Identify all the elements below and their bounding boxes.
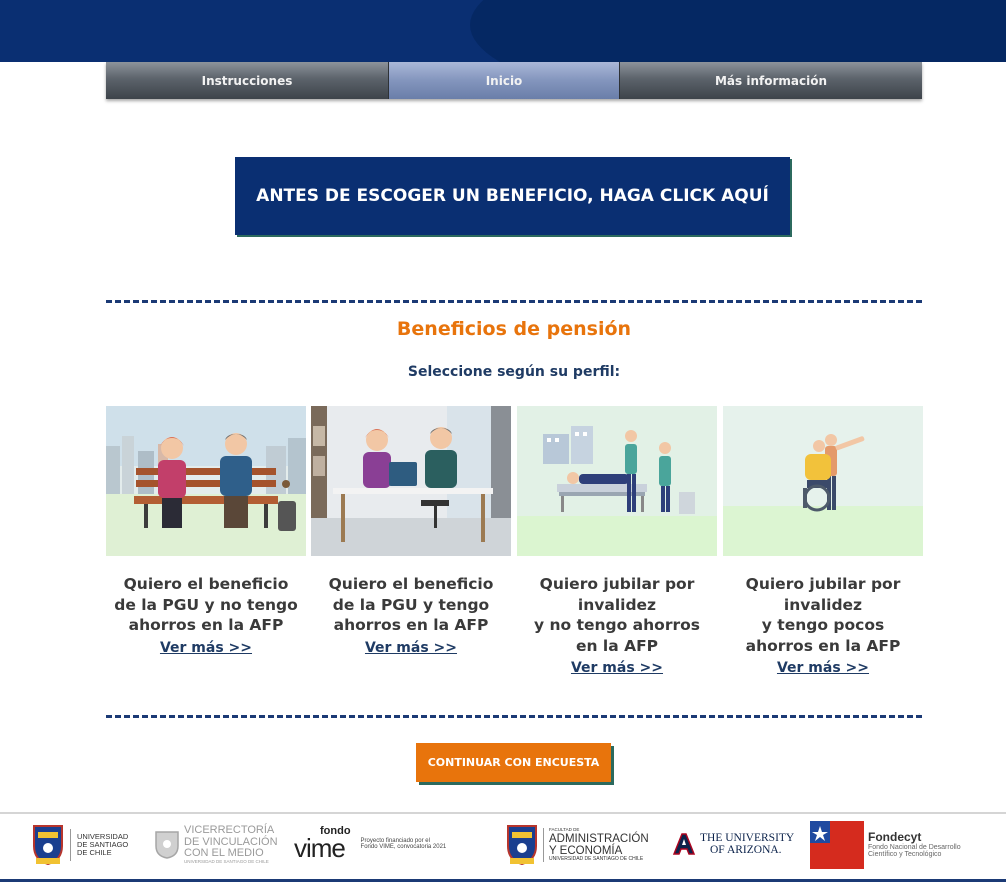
card-description: Quiero el beneficio de la PGU y no tengo… xyxy=(114,575,298,634)
vime-office-logo: VICERRECTORÍA DE VINCULACIÓN CON EL MEDI… xyxy=(154,824,278,864)
benefit-card[interactable]: Quiero el beneficio de la PGU y no tengo… xyxy=(106,406,306,656)
header-swoosh xyxy=(470,0,1006,62)
see-more-link[interactable]: Ver más >> xyxy=(723,660,923,676)
arizona-logo: THE UNIVERSITY OF ARIZONA. xyxy=(672,830,794,858)
fondo-vime-wordmark: fondo vime xyxy=(294,825,351,864)
card-description: Quiero jubilar por invalidez y no tengo … xyxy=(534,575,700,655)
section-title: Beneficios de pensión xyxy=(396,318,632,340)
usach-logo: UNIVERSIDAD DE SANTIAGO DE CHILE xyxy=(32,822,128,868)
arizona-text: THE UNIVERSITY OF ARIZONA. xyxy=(700,831,795,856)
couple-on-bench-illustration xyxy=(106,406,306,556)
section-subtitle: Seleccione según su perfil: xyxy=(407,364,621,380)
vime-office-text: VICERRECTORÍA DE VINCULACIÓN CON EL MEDI… xyxy=(184,824,278,864)
sponsor-footer: UNIVERSIDAD DE SANTIAGO DE CHILE VICERRE… xyxy=(0,812,1006,882)
vime-shield-icon xyxy=(155,831,179,859)
arizona-a-icon xyxy=(672,833,696,855)
card-description: Quiero jubilar por invalidez y tengo poc… xyxy=(745,575,901,655)
nav-item-mas-informacion[interactable]: Más información xyxy=(620,62,922,99)
main-nav: Instrucciones Inicio Más información xyxy=(106,62,922,99)
benefit-card[interactable]: Quiero jubilar por invalidez y no tengo … xyxy=(517,406,717,676)
logo-divider xyxy=(70,829,71,861)
conicyt-emblem-icon xyxy=(810,821,864,869)
couple-at-laptop-illustration xyxy=(311,406,511,556)
continue-survey-button[interactable]: CONTINUAR CON ENCUESTA xyxy=(416,743,611,782)
faculty-text: FACULTAD DE ADMINISTRACIÓN Y ECONOMÍA UN… xyxy=(549,826,649,862)
fondo-vime-note: Proyecto financiado por el Fondo VIME, c… xyxy=(360,837,447,850)
benefit-card[interactable]: Quiero jubilar por invalidez y tengo poc… xyxy=(723,406,923,676)
benefit-card[interactable]: Quiero el beneficio de la PGU y tengo ah… xyxy=(311,406,511,656)
faculty-logo: FACULTAD DE ADMINISTRACIÓN Y ECONOMÍA UN… xyxy=(506,822,649,868)
card-description: Quiero el beneficio de la PGU y tengo ah… xyxy=(328,575,494,634)
instructions-banner-button[interactable]: ANTES DE ESCOGER UN BENEFICIO, HAGA CLIC… xyxy=(235,157,790,235)
usach-shield-icon xyxy=(33,825,63,866)
nav-item-inicio[interactable]: Inicio xyxy=(389,62,620,99)
section-divider-bottom xyxy=(106,715,922,718)
hospital-bed-illustration xyxy=(517,406,717,556)
fondecyt-text: Fondecyt Fondo Nacional de Desarrollo Ci… xyxy=(868,830,961,859)
see-more-link[interactable]: Ver más >> xyxy=(106,640,306,656)
faculty-shield-icon xyxy=(507,825,537,866)
header-band xyxy=(0,0,1006,62)
fondo-vime-logo: fondo vime Proyecto financiado por el Fo… xyxy=(294,826,446,862)
see-more-link[interactable]: Ver más >> xyxy=(311,640,511,656)
fondecyt-logo: Fondecyt Fondo Nacional de Desarrollo Ci… xyxy=(810,820,961,870)
logo-divider xyxy=(543,828,544,862)
nav-item-instrucciones[interactable]: Instrucciones xyxy=(106,62,389,99)
section-divider-top xyxy=(106,300,922,303)
usach-text: UNIVERSIDAD DE SANTIAGO DE CHILE xyxy=(77,832,129,857)
wheelchair-illustration xyxy=(723,406,923,556)
see-more-link[interactable]: Ver más >> xyxy=(517,660,717,676)
